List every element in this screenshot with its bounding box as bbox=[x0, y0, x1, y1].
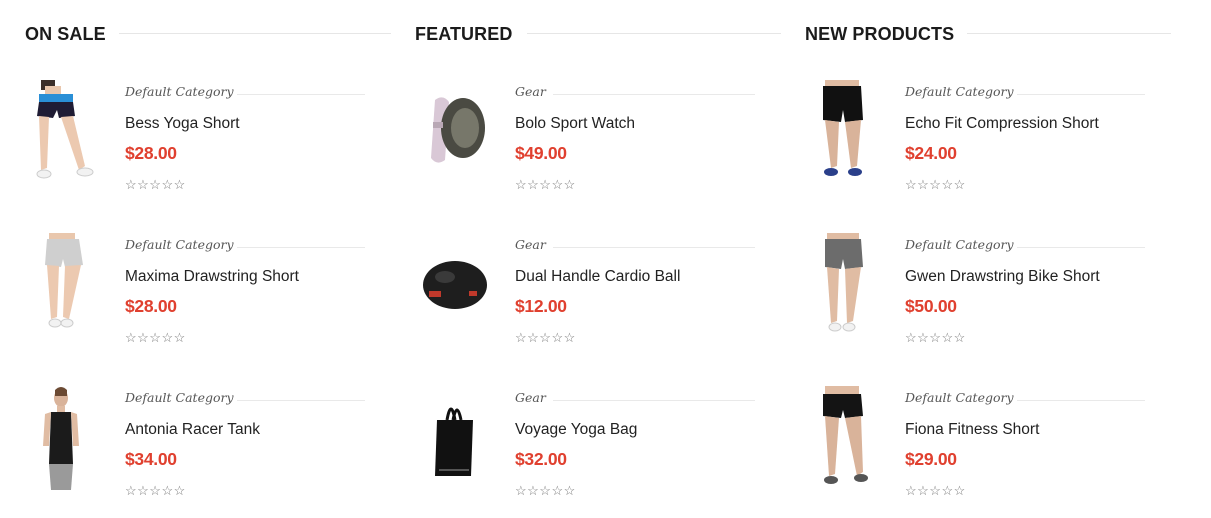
product-item: Default Category Bess Yoga Short $28.00 … bbox=[25, 80, 365, 200]
rating-stars-icon: ☆☆☆☆☆ bbox=[515, 330, 576, 345]
product-name-link[interactable]: Bess Yoga Short bbox=[125, 114, 240, 134]
woman-racer-tank-icon[interactable] bbox=[25, 386, 105, 494]
product-name-link[interactable]: Dual Handle Cardio Ball bbox=[515, 267, 680, 287]
featured-column: FEATURED Gear Bolo Sport Watch $49.00 ☆☆… bbox=[415, 0, 781, 518]
section-header: NEW PRODUCTS bbox=[805, 22, 1171, 46]
woman-yoga-shorts-icon[interactable] bbox=[25, 80, 105, 188]
product-price: $49.00 bbox=[515, 143, 567, 163]
rating-stars-icon: ☆☆☆☆☆ bbox=[515, 483, 576, 498]
woman-compression-short-icon[interactable] bbox=[805, 80, 885, 188]
product-category[interactable]: Gear bbox=[515, 83, 546, 101]
section-divider bbox=[527, 33, 781, 34]
section-title: NEW PRODUCTS bbox=[805, 24, 955, 44]
product-item: Default Category Fiona Fitness Short $29… bbox=[805, 386, 1145, 506]
yoga-bag-icon[interactable] bbox=[415, 386, 495, 494]
woman-bike-short-icon[interactable] bbox=[805, 233, 885, 341]
product-name-link[interactable]: Antonia Racer Tank bbox=[125, 420, 260, 440]
category-divider bbox=[237, 400, 365, 401]
category-divider bbox=[553, 247, 755, 248]
category-divider bbox=[1017, 94, 1145, 95]
section-divider bbox=[119, 33, 391, 34]
rating-stars-icon: ☆☆☆☆☆ bbox=[515, 177, 576, 192]
product-category[interactable]: Default Category bbox=[125, 236, 234, 254]
category-divider bbox=[237, 247, 365, 248]
product-price: $24.00 bbox=[905, 143, 957, 163]
product-item: Gear Bolo Sport Watch $49.00 ☆☆☆☆☆ bbox=[415, 80, 755, 200]
product-item: Gear Dual Handle Cardio Ball $12.00 ☆☆☆☆… bbox=[415, 233, 755, 353]
product-category[interactable]: Default Category bbox=[125, 83, 234, 101]
on-sale-column: ON SALE Default Category Bess Yoga Short… bbox=[25, 0, 391, 518]
woman-fitness-short-icon[interactable] bbox=[805, 386, 885, 494]
category-divider bbox=[1017, 247, 1145, 248]
product-category[interactable]: Gear bbox=[515, 236, 546, 254]
category-divider bbox=[553, 400, 755, 401]
new-products-column: NEW PRODUCTS Default Category Echo Fit C… bbox=[805, 0, 1171, 518]
product-price: $29.00 bbox=[905, 449, 957, 469]
section-title: ON SALE bbox=[25, 24, 106, 44]
rating-stars-icon: ☆☆☆☆☆ bbox=[125, 330, 186, 345]
rating-stars-icon: ☆☆☆☆☆ bbox=[905, 483, 966, 498]
product-item: Default Category Echo Fit Compression Sh… bbox=[805, 80, 1145, 200]
product-item: Default Category Maxima Drawstring Short… bbox=[25, 233, 365, 353]
product-category[interactable]: Default Category bbox=[905, 83, 1014, 101]
category-divider bbox=[237, 94, 365, 95]
product-price: $32.00 bbox=[515, 449, 567, 469]
section-header: ON SALE bbox=[25, 22, 391, 46]
product-item: Default Category Antonia Racer Tank $34.… bbox=[25, 386, 365, 506]
product-category[interactable]: Default Category bbox=[125, 389, 234, 407]
product-price: $50.00 bbox=[905, 296, 957, 316]
product-price: $28.00 bbox=[125, 296, 177, 316]
category-divider bbox=[553, 94, 755, 95]
section-divider bbox=[967, 33, 1171, 34]
product-name-link[interactable]: Gwen Drawstring Bike Short bbox=[905, 267, 1100, 287]
product-category[interactable]: Gear bbox=[515, 389, 546, 407]
product-item: Gear Voyage Yoga Bag $32.00 ☆☆☆☆☆ bbox=[415, 386, 755, 506]
product-name-link[interactable]: Fiona Fitness Short bbox=[905, 420, 1039, 440]
product-name-link[interactable]: Bolo Sport Watch bbox=[515, 114, 635, 134]
rating-stars-icon: ☆☆☆☆☆ bbox=[905, 177, 966, 192]
section-header: FEATURED bbox=[415, 22, 781, 46]
cardio-ball-icon[interactable] bbox=[415, 233, 495, 341]
section-title: FEATURED bbox=[415, 24, 513, 44]
sport-watch-icon[interactable] bbox=[415, 80, 495, 188]
product-category[interactable]: Default Category bbox=[905, 389, 1014, 407]
product-item: Default Category Gwen Drawstring Bike Sh… bbox=[805, 233, 1145, 353]
product-category[interactable]: Default Category bbox=[905, 236, 1014, 254]
product-price: $12.00 bbox=[515, 296, 567, 316]
woman-grey-shorts-icon[interactable] bbox=[25, 233, 105, 341]
product-name-link[interactable]: Voyage Yoga Bag bbox=[515, 420, 637, 440]
rating-stars-icon: ☆☆☆☆☆ bbox=[125, 483, 186, 498]
rating-stars-icon: ☆☆☆☆☆ bbox=[905, 330, 966, 345]
rating-stars-icon: ☆☆☆☆☆ bbox=[125, 177, 186, 192]
product-price: $34.00 bbox=[125, 449, 177, 469]
product-name-link[interactable]: Echo Fit Compression Short bbox=[905, 114, 1099, 134]
product-price: $28.00 bbox=[125, 143, 177, 163]
category-divider bbox=[1017, 400, 1145, 401]
product-name-link[interactable]: Maxima Drawstring Short bbox=[125, 267, 299, 287]
